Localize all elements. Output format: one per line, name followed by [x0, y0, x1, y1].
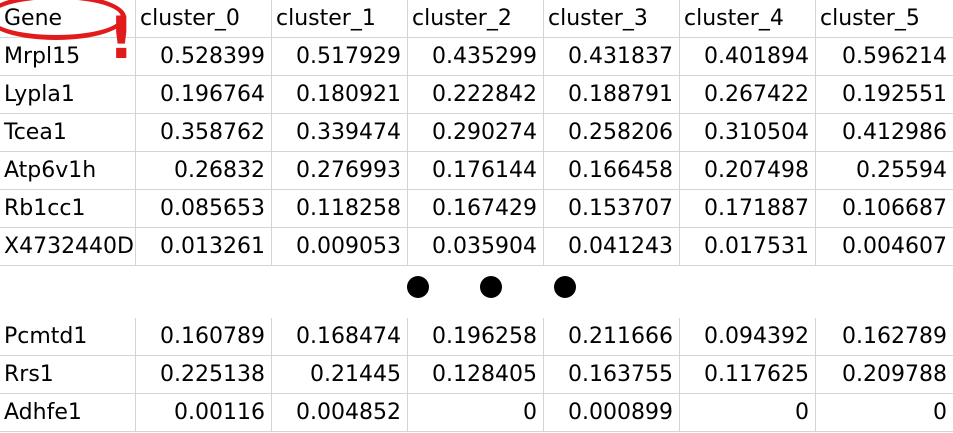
value-cell[interactable]: 0.196764	[136, 76, 272, 114]
value-cell[interactable]: 0.00116	[136, 394, 272, 432]
table-row: X4732440D 0.013261 0.009053 0.035904 0.0…	[0, 228, 953, 266]
value-cell[interactable]: 0	[408, 394, 544, 432]
ellipsis-dot-icon	[480, 276, 502, 298]
value-cell[interactable]: 0.153707	[544, 190, 680, 228]
value-cell[interactable]: 0.106687	[816, 190, 953, 228]
value-cell[interactable]: 0.222842	[408, 76, 544, 114]
header-cluster-5[interactable]: cluster_5	[816, 0, 953, 38]
gene-cell[interactable]: Lypla1	[0, 76, 136, 114]
ellipsis-dot-icon	[407, 276, 429, 298]
value-cell[interactable]: 0.207498	[680, 152, 816, 190]
ellipsis-gap	[0, 266, 953, 314]
gene-cell[interactable]: X4732440D	[0, 228, 136, 266]
value-cell[interactable]: 0.094392	[680, 318, 816, 356]
value-cell[interactable]: 0.009053	[272, 228, 408, 266]
value-cell[interactable]: 0.25594	[816, 152, 953, 190]
value-cell[interactable]: 0.196258	[408, 318, 544, 356]
value-cell[interactable]: 0.004607	[816, 228, 953, 266]
value-cell[interactable]: 0.085653	[136, 190, 272, 228]
value-cell[interactable]: 0.171887	[680, 190, 816, 228]
value-cell[interactable]: 0.017531	[680, 228, 816, 266]
table-row: Atp6v1h 0.26832 0.276993 0.176144 0.1664…	[0, 152, 953, 190]
value-cell[interactable]: 0.162789	[816, 318, 953, 356]
header-row: Gene cluster_0 cluster_1 cluster_2 clust…	[0, 0, 953, 38]
gene-cell[interactable]: Atp6v1h	[0, 152, 136, 190]
value-cell[interactable]: 0.004852	[272, 394, 408, 432]
value-cell[interactable]: 0.276993	[272, 152, 408, 190]
value-cell[interactable]: 0.225138	[136, 356, 272, 394]
value-cell[interactable]: 0	[816, 394, 953, 432]
value-cell[interactable]: 0.035904	[408, 228, 544, 266]
gene-cell[interactable]: Rrs1	[0, 356, 136, 394]
value-cell[interactable]: 0.596214	[816, 38, 953, 76]
gene-cell[interactable]: Tcea1	[0, 114, 136, 152]
header-cluster-4[interactable]: cluster_4	[680, 0, 816, 38]
header-cluster-0[interactable]: cluster_0	[136, 0, 272, 38]
value-cell[interactable]: 0.163755	[544, 356, 680, 394]
value-cell[interactable]: 0.188791	[544, 76, 680, 114]
value-cell[interactable]: 0.000899	[544, 394, 680, 432]
exclamation-mark-annotation: !	[108, 4, 135, 72]
table-row: Tcea1 0.358762 0.339474 0.290274 0.25820…	[0, 114, 953, 152]
gene-cell[interactable]: Pcmtd1	[0, 318, 136, 356]
value-cell[interactable]: 0.517929	[272, 38, 408, 76]
table-row: Mrpl15 0.528399 0.517929 0.435299 0.4318…	[0, 38, 953, 76]
header-cluster-3[interactable]: cluster_3	[544, 0, 680, 38]
value-cell[interactable]: 0.310504	[680, 114, 816, 152]
value-cell[interactable]: 0.358762	[136, 114, 272, 152]
table-row: Adhfe1 0.00116 0.004852 0 0.000899 0 0	[0, 394, 953, 432]
value-cell[interactable]: 0.435299	[408, 38, 544, 76]
table-row: Lypla1 0.196764 0.180921 0.222842 0.1887…	[0, 76, 953, 114]
value-cell[interactable]: 0.176144	[408, 152, 544, 190]
value-cell[interactable]: 0.118258	[272, 190, 408, 228]
value-cell[interactable]: 0.258206	[544, 114, 680, 152]
value-cell[interactable]: 0.167429	[408, 190, 544, 228]
table-row: Rb1cc1 0.085653 0.118258 0.167429 0.1537…	[0, 190, 953, 228]
value-cell[interactable]: 0.117625	[680, 356, 816, 394]
value-cell[interactable]: 0.166458	[544, 152, 680, 190]
header-cluster-2[interactable]: cluster_2	[408, 0, 544, 38]
value-cell[interactable]: 0.290274	[408, 114, 544, 152]
value-cell[interactable]: 0.412986	[816, 114, 953, 152]
value-cell[interactable]: 0.192551	[816, 76, 953, 114]
value-cell[interactable]: 0.339474	[272, 114, 408, 152]
ellipsis-dot-icon	[554, 276, 576, 298]
value-cell[interactable]: 0.431837	[544, 38, 680, 76]
value-cell[interactable]: 0.401894	[680, 38, 816, 76]
value-cell[interactable]: 0.21445	[272, 356, 408, 394]
value-cell[interactable]: 0.26832	[136, 152, 272, 190]
gene-cell[interactable]: Rb1cc1	[0, 190, 136, 228]
value-cell[interactable]: 0.211666	[544, 318, 680, 356]
value-cell[interactable]: 0.267422	[680, 76, 816, 114]
gene-cell[interactable]: Adhfe1	[0, 394, 136, 432]
value-cell[interactable]: 0.528399	[136, 38, 272, 76]
value-cell[interactable]: 0.168474	[272, 318, 408, 356]
value-cell[interactable]: 0.128405	[408, 356, 544, 394]
value-cell[interactable]: 0.209788	[816, 356, 953, 394]
value-cell[interactable]: 0.180921	[272, 76, 408, 114]
value-cell[interactable]: 0.041243	[544, 228, 680, 266]
header-cluster-1[interactable]: cluster_1	[272, 0, 408, 38]
value-cell[interactable]: 0	[680, 394, 816, 432]
table-row: Pcmtd1 0.160789 0.168474 0.196258 0.2116…	[0, 318, 953, 356]
value-cell[interactable]: 0.013261	[136, 228, 272, 266]
table-row: Rrs1 0.225138 0.21445 0.128405 0.163755 …	[0, 356, 953, 394]
value-cell[interactable]: 0.160789	[136, 318, 272, 356]
